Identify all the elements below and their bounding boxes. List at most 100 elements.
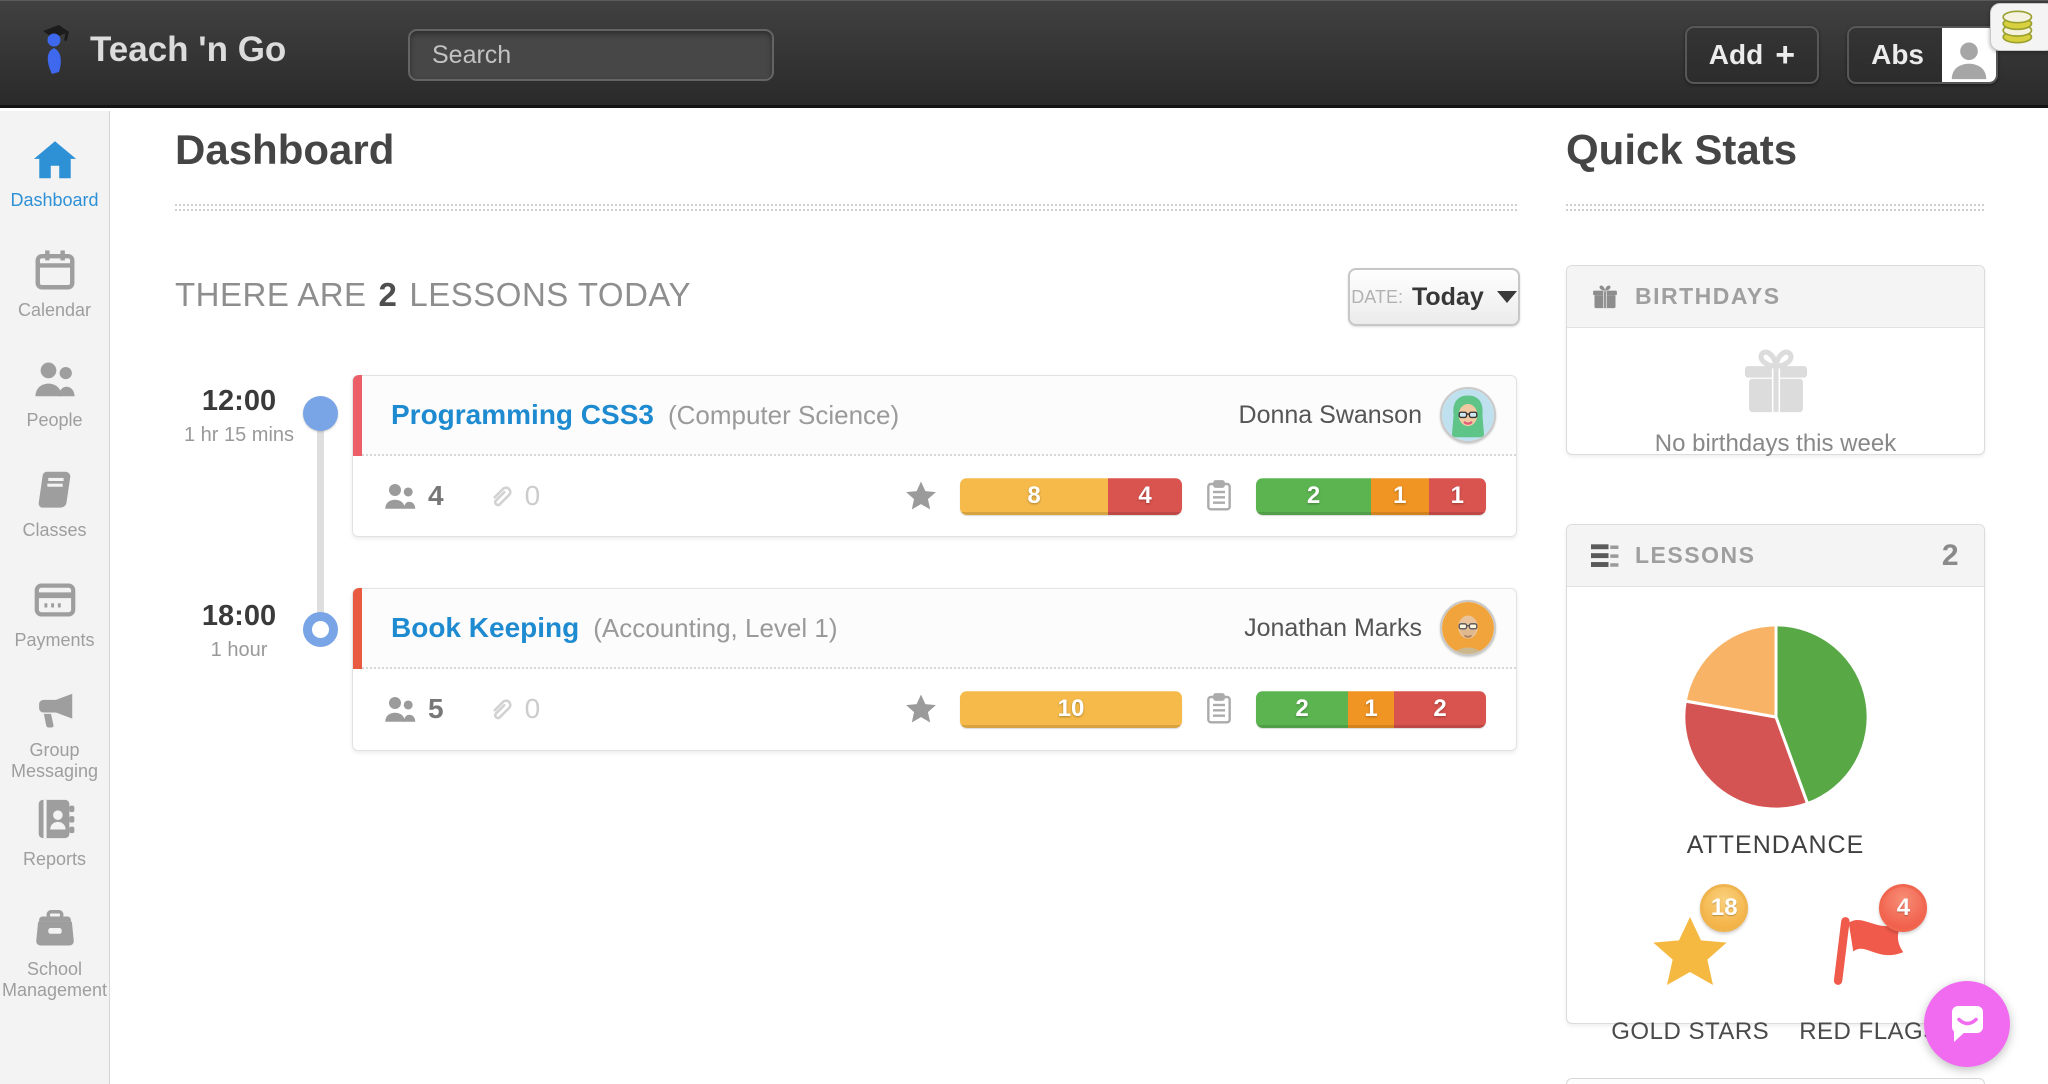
lesson-subject: (Accounting, Level 1) [593,613,837,644]
date-filter-button[interactable]: DATE: Today [1348,268,1520,326]
stars-bar: 8 4 [960,478,1182,515]
gold-stars-badge: 18 [1700,884,1748,932]
lesson-card: Book Keeping (Accounting, Level 1) Jonat… [352,588,1517,751]
brand-name: Teach 'n Go [90,30,286,70]
attachments-stat: 0 [486,480,541,512]
sidebar-label: Dashboard [10,190,98,211]
students-stat: 5 [383,693,444,725]
lessons-panel-body: ATTENDANCE 18 GOLD STARS [1567,587,1984,1046]
birthdays-header-label: BIRTHDAYS [1635,283,1781,310]
list-icon [1591,543,1619,569]
teacher-link[interactable]: Donna Swanson [1239,387,1516,443]
sidebar-item-calendar[interactable]: Calendar [1,247,109,321]
coins-stack-icon [1999,7,2039,47]
star-icon [904,692,938,726]
sidebar-label: Reports [23,849,86,870]
sidebar-item-dashboard[interactable]: Dashboard [1,137,109,211]
stars-flags-row: 18 GOLD STARS 4 RED FLAGS [1611,906,1939,1046]
attendance-bar-segment: 2 [1256,478,1371,515]
payments-card-icon [31,577,79,623]
add-button-label: Add [1709,39,1763,71]
extension-coins-icon[interactable] [1990,3,2048,51]
teacher-avatar [1440,387,1496,443]
attendance-bar-segment: 2 [1394,691,1486,728]
sidebar-label: Calendar [18,300,91,321]
search-input[interactable] [408,29,774,81]
students-count: 5 [428,693,444,725]
star-icon [904,479,938,513]
sidebar-item-school-management[interactable]: School Management [1,906,109,1001]
teacher-avatar-image [1442,389,1494,441]
lesson-card-header: Book Keeping (Accounting, Level 1) Jonat… [353,589,1516,669]
stars-bar-segment: 8 [960,478,1108,515]
lesson-duration: 1 hour [178,639,300,662]
topbar-actions: Add + Abs [1685,26,1998,84]
attachments-count: 0 [525,693,541,725]
home-icon [31,137,79,183]
lessons-header-label: LESSONS [1635,542,1755,569]
teacher-link[interactable]: Jonathan Marks [1244,600,1516,656]
attendance-bar: 2 1 2 [1256,691,1486,728]
sidebar-item-reports[interactable]: Reports [1,796,109,870]
clipboard-icon [1204,693,1234,725]
teacher-name: Jonathan Marks [1244,614,1422,643]
sidebar-item-payments[interactable]: Payments [1,577,109,651]
attendance-bar-segment: 1 [1371,478,1429,515]
lesson-time: 12:00 [178,385,300,418]
lesson-title-link[interactable]: Programming CSS3 [391,399,654,431]
stars-bar: 10 [960,691,1182,728]
sidebar-label: Group Messaging [1,740,109,782]
lesson-card: Programming CSS3 (Computer Science) Donn… [352,375,1517,537]
sidebar: Dashboard Calendar People [0,111,110,1084]
sidebar-item-group-messaging[interactable]: Group Messaging [1,687,109,782]
teacher-avatar [1440,600,1496,656]
calendar-icon [31,247,79,293]
add-button[interactable]: Add + [1685,26,1819,84]
red-flags-label: RED FLAGS [1799,1018,1940,1046]
lesson-metrics: 10 2 1 2 [904,691,1486,728]
teacher-avatar-image [1442,602,1494,654]
lesson-title-link[interactable]: Book Keeping [391,612,579,644]
user-avatar[interactable] [1942,28,1996,82]
students-icon [383,694,419,724]
chat-launcher-button[interactable] [1924,981,2010,1067]
lesson-card-header: Programming CSS3 (Computer Science) Donn… [353,376,1516,456]
partial-panel-top [1566,1078,1985,1084]
sidebar-item-people[interactable]: People [1,357,109,431]
gold-stars-stat: 18 GOLD STARS [1611,906,1769,1046]
attendance-label: ATTENDANCE [1687,831,1865,860]
lessons-count: 2 [379,276,398,314]
red-flags-stat: 4 RED FLAGS [1799,906,1940,1046]
paperclip-icon [486,694,516,724]
timeline-dot-ring [303,612,338,647]
sidebar-item-classes[interactable]: Classes [1,467,109,541]
lesson-duration: 1 hr 15 mins [178,424,300,447]
stars-bar-segment: 10 [960,691,1182,728]
birthdays-panel-header: BIRTHDAYS [1567,266,1984,328]
brand-logo[interactable]: Teach 'n Go [36,22,286,78]
attendance-bar-segment: 2 [1256,691,1348,728]
birthdays-panel-body: No birthdays this week [1567,328,1984,458]
graduate-logo-icon [36,22,78,78]
classes-book-icon [31,467,79,513]
quick-stats-title: Quick Stats [1566,126,1797,174]
toolbox-icon [31,906,79,952]
students-stat: 4 [383,480,444,512]
app-root: Teach 'n Go Add + Abs [0,0,2048,1084]
lesson-metrics: 8 4 2 1 1 [904,478,1486,515]
dotted-divider [1566,204,1984,211]
date-filter-label: DATE: [1351,287,1403,308]
sidebar-label: School Management [1,959,109,1001]
absences-button[interactable]: Abs [1847,26,1998,84]
students-count: 4 [428,480,444,512]
sidebar-label: Classes [22,520,86,541]
stars-bar-segment: 4 [1108,478,1182,515]
lesson-time-block: 12:00 1 hr 15 mins [178,385,300,447]
attachments-stat: 0 [486,693,541,725]
absences-button-label: Abs [1871,39,1924,71]
red-flags-badge: 4 [1879,884,1927,932]
clipboard-icon [1204,480,1234,512]
plus-icon: + [1775,36,1795,75]
attendance-bar-segment: 1 [1348,691,1394,728]
chevron-down-icon [1497,291,1517,303]
